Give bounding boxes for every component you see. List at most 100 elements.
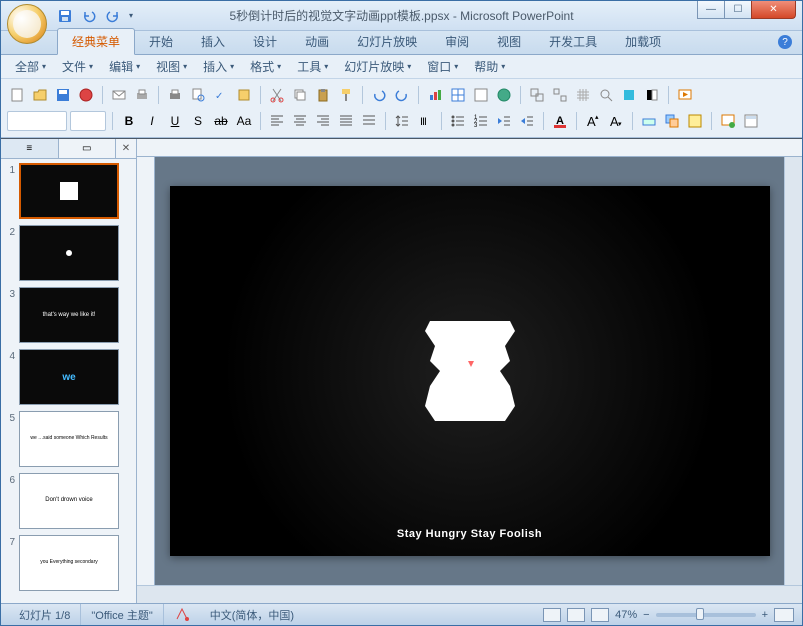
table-icon[interactable] [448,85,468,105]
increaseindent-button[interactable] [517,111,537,131]
thumbnail-list[interactable]: 1 2 3 that's way we like it! 4 we 5 [1,159,136,603]
slide-stage[interactable]: Stay Hungry Stay Foolish [155,157,784,585]
paste-icon[interactable] [313,85,333,105]
ribbon-tab-insert[interactable]: 插入 [187,29,239,54]
thumbnail-5[interactable]: 5 we …said someone Which Results [5,411,132,467]
bullets-button[interactable] [448,111,468,131]
cut-icon[interactable] [267,85,287,105]
numbering-button[interactable]: 123 [471,111,491,131]
arrange-button[interactable] [662,111,682,131]
zoom-out-button[interactable]: − [643,609,649,621]
fontsize-dropdown[interactable] [70,111,106,131]
close-button[interactable]: ✕ [751,1,796,19]
quickstyles-button[interactable] [685,111,705,131]
strikethrough-button[interactable]: ab [211,111,231,131]
thumbnail-3[interactable]: 3 that's way we like it! [5,287,132,343]
zoom-in-button[interactable]: + [762,609,768,621]
textdirection-button[interactable]: Ⅲ [415,111,435,131]
aligncenter-button[interactable] [290,111,310,131]
print-icon[interactable] [165,85,185,105]
autoshape-button[interactable] [639,111,659,131]
menu-help[interactable]: 帮助▾ [468,55,511,78]
ribbon-tab-animation[interactable]: 动画 [291,29,343,54]
alignleft-button[interactable] [267,111,287,131]
ribbon-tab-addins[interactable]: 加载项 [611,29,675,54]
formatpainter-icon[interactable] [336,85,356,105]
maximize-button[interactable]: ☐ [724,1,752,19]
menu-slideshow[interactable]: 幻灯片放映▾ [338,55,417,78]
redo-icon[interactable] [392,85,412,105]
color-icon[interactable] [619,85,639,105]
save-icon[interactable] [53,85,73,105]
zoom-percent[interactable]: 47% [615,609,637,621]
menu-view[interactable]: 视图▾ [150,55,193,78]
fit-window-button[interactable] [774,608,794,622]
permission-icon[interactable] [76,85,96,105]
bold-button[interactable]: B [119,111,139,131]
ribbon-tab-review[interactable]: 审阅 [431,29,483,54]
view-slideshow-button[interactable] [591,608,609,622]
ribbon-tab-classic[interactable]: 经典菜单 [57,28,135,55]
group-icon[interactable] [527,85,547,105]
office-button[interactable] [7,4,47,44]
bw-icon[interactable] [642,85,662,105]
menu-edit[interactable]: 编辑▾ [103,55,146,78]
thumbnail-4[interactable]: 4 we [5,349,132,405]
zoom-slider[interactable] [656,613,756,617]
fontname-dropdown[interactable] [7,111,67,131]
zoom-icon[interactable] [596,85,616,105]
research-icon[interactable] [234,85,254,105]
hyperlink-icon[interactable] [494,85,514,105]
save-icon[interactable] [57,8,73,24]
linespacing-button[interactable] [392,111,412,131]
menu-all[interactable]: 全部▾ [9,55,52,78]
open-icon[interactable] [30,85,50,105]
help-icon[interactable]: ? [778,35,792,49]
thumbnail-6[interactable]: 6 Don't drown voice [5,473,132,529]
qat-dropdown-icon[interactable]: ▾ [129,11,133,20]
undo-icon[interactable] [369,85,389,105]
slideshow-icon[interactable] [675,85,695,105]
ribbon-tab-home[interactable]: 开始 [135,29,187,54]
newslide-button[interactable] [718,111,738,131]
new-icon[interactable] [7,85,27,105]
menu-file[interactable]: 文件▾ [56,55,99,78]
status-language[interactable]: 中文(简体，中国) [200,604,304,625]
decreasefont-button[interactable]: A▾ [606,111,626,131]
scrollbar-horizontal[interactable] [137,585,802,603]
decreaseindent-button[interactable] [494,111,514,131]
chart-icon[interactable] [425,85,445,105]
justify-button[interactable] [336,111,356,131]
changecase-button[interactable]: Aa [234,111,254,131]
italic-button[interactable]: I [142,111,162,131]
underline-button[interactable]: U [165,111,185,131]
thumbnail-2[interactable]: 2 [5,225,132,281]
view-normal-button[interactable] [543,608,561,622]
ribbon-tab-slideshow[interactable]: 幻灯片放映 [343,29,431,54]
redo-icon[interactable] [105,8,121,24]
undo-icon[interactable] [81,8,97,24]
close-panel-icon[interactable]: ✕ [116,139,136,158]
view-sorter-button[interactable] [567,608,585,622]
menu-format[interactable]: 格式▾ [244,55,287,78]
thumbnail-7[interactable]: 7 you Everything secondary [5,535,132,591]
scrollbar-vertical[interactable] [784,157,802,585]
tableinsert-icon[interactable] [471,85,491,105]
thumbnail-1[interactable]: 1 [5,163,132,219]
layout-button[interactable] [741,111,761,131]
ribbon-tab-view[interactable]: 视图 [483,29,535,54]
tab-outline[interactable]: ≡ [1,139,59,158]
ribbon-tab-design[interactable]: 设计 [239,29,291,54]
copy-icon[interactable] [290,85,310,105]
spellcheck-icon[interactable]: ✓ [211,85,231,105]
distributed-button[interactable] [359,111,379,131]
slide-canvas[interactable]: Stay Hungry Stay Foolish [170,186,770,556]
increasefont-button[interactable]: A▴ [583,111,603,131]
menu-insert[interactable]: 插入▾ [197,55,240,78]
shadow-button[interactable]: S [188,111,208,131]
printpreview-icon[interactable] [188,85,208,105]
email-icon[interactable] [109,85,129,105]
quickprint-icon[interactable] [132,85,152,105]
menu-tools[interactable]: 工具▾ [291,55,334,78]
menu-window[interactable]: 窗口▾ [421,55,464,78]
